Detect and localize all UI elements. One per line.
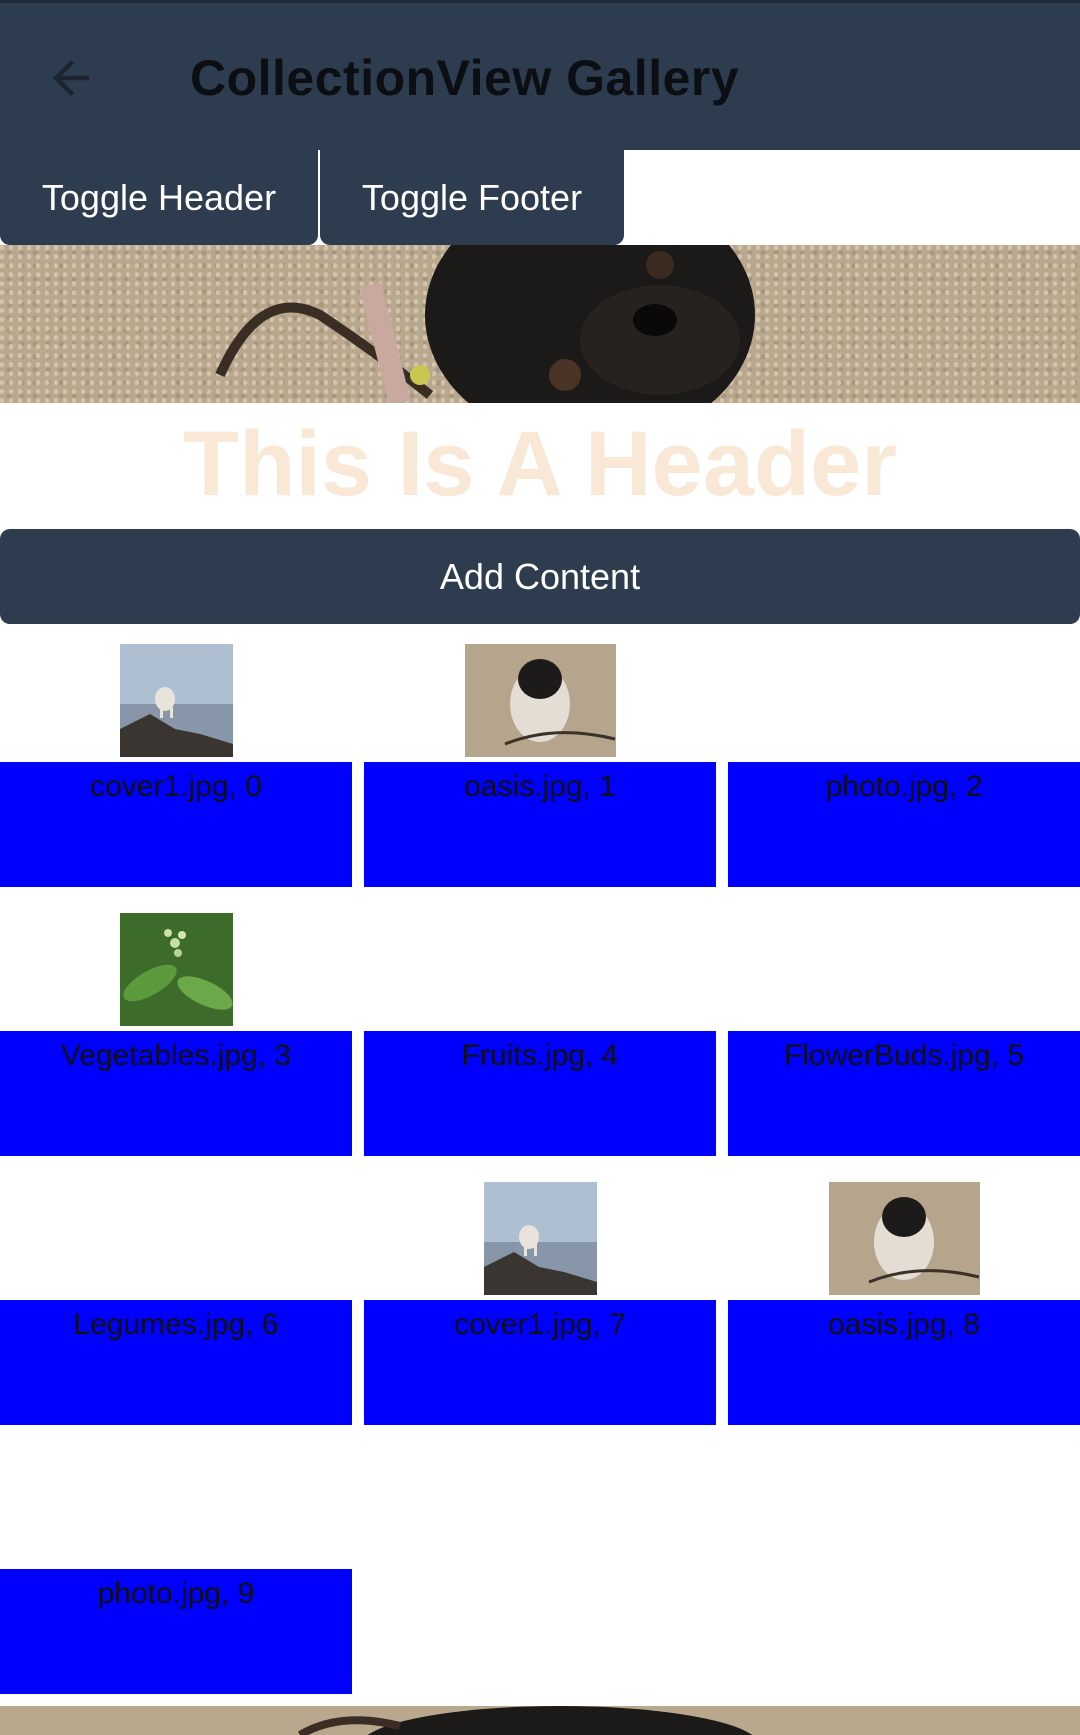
header-image bbox=[0, 245, 1080, 403]
plant-image bbox=[120, 913, 233, 1026]
mountain-goat-image bbox=[484, 1182, 597, 1295]
item-label: Vegetables.jpg, 3 bbox=[0, 1031, 352, 1156]
grid-item[interactable]: FlowerBuds.jpg, 5 bbox=[728, 909, 1080, 1156]
toolbar: Toggle Header Toggle Footer bbox=[0, 150, 1080, 245]
mountain-goat-image bbox=[120, 644, 233, 757]
add-content-button[interactable]: Add Content bbox=[0, 529, 1080, 624]
item-label: oasis.jpg, 8 bbox=[728, 1300, 1080, 1425]
grid-item[interactable]: cover1.jpg, 0 bbox=[0, 640, 352, 887]
grid-item[interactable]: cover1.jpg, 7 bbox=[364, 1178, 716, 1425]
toggle-footer-button[interactable]: Toggle Footer bbox=[320, 150, 624, 245]
item-label: Fruits.jpg, 4 bbox=[364, 1031, 716, 1156]
grid-item[interactable]: photo.jpg, 2 bbox=[728, 640, 1080, 887]
toggle-header-button[interactable]: Toggle Header bbox=[0, 150, 318, 245]
grid-item[interactable]: oasis.jpg, 8 bbox=[728, 1178, 1080, 1425]
pug-image bbox=[829, 1182, 980, 1295]
pug-image bbox=[465, 644, 616, 757]
app-bar: CollectionView Gallery bbox=[0, 0, 1080, 150]
grid-item[interactable]: Vegetables.jpg, 3 bbox=[0, 909, 352, 1156]
item-label: oasis.jpg, 1 bbox=[364, 762, 716, 887]
header-text: This Is A Header bbox=[182, 413, 898, 515]
grid-item[interactable]: oasis.jpg, 1 bbox=[364, 640, 716, 887]
grid-item[interactable]: Legumes.jpg, 6 bbox=[0, 1178, 352, 1425]
arrow-left-icon[interactable] bbox=[44, 51, 98, 105]
page-title: CollectionView Gallery bbox=[190, 50, 740, 106]
item-label: cover1.jpg, 0 bbox=[0, 762, 352, 887]
grid-item[interactable]: photo.jpg, 9 bbox=[0, 1447, 352, 1694]
item-label: Legumes.jpg, 6 bbox=[0, 1300, 352, 1425]
item-label: photo.jpg, 9 bbox=[0, 1569, 352, 1694]
footer-image bbox=[0, 1706, 1080, 1735]
item-label: photo.jpg, 2 bbox=[728, 762, 1080, 887]
grid-item[interactable]: Fruits.jpg, 4 bbox=[364, 909, 716, 1156]
item-label: FlowerBuds.jpg, 5 bbox=[728, 1031, 1080, 1156]
item-label: cover1.jpg, 7 bbox=[364, 1300, 716, 1425]
